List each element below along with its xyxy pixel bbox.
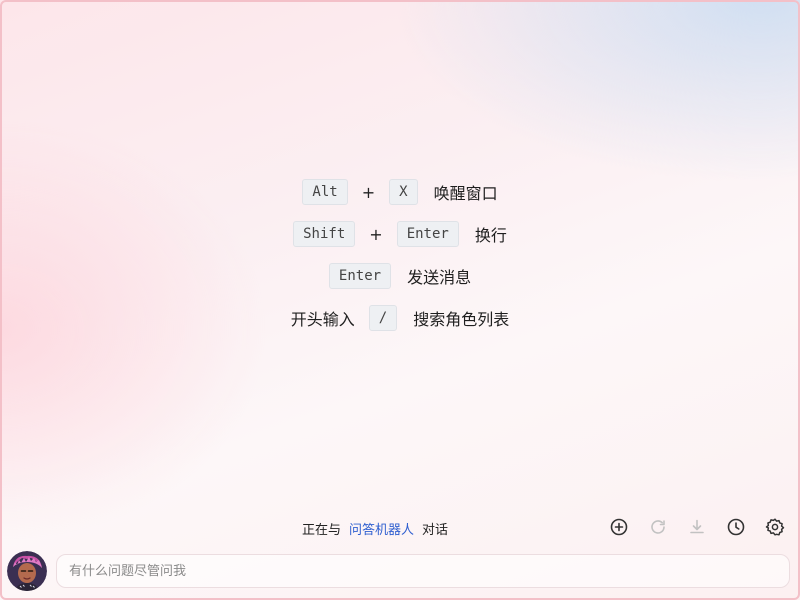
new-chat-button[interactable] xyxy=(608,516,630,538)
add-circle-icon xyxy=(610,518,628,536)
history-button[interactable] xyxy=(725,516,747,538)
shortcut-row-send: Enter 发送消息 xyxy=(328,262,472,290)
shortcut-prefix-search: 开头输入 xyxy=(290,310,355,329)
shortcut-row-newline: Shift + Enter 换行 xyxy=(293,220,507,248)
key-x: X xyxy=(389,179,418,205)
download-button[interactable] xyxy=(686,516,708,538)
status-suffix: 对话 xyxy=(422,522,449,538)
regenerate-button[interactable] xyxy=(647,516,669,538)
plus-sign: + xyxy=(361,182,376,202)
avatar[interactable] xyxy=(7,551,47,591)
conversation-status: 正在与 问答机器人 对话 xyxy=(302,518,448,538)
status-prefix: 正在与 xyxy=(302,522,342,538)
shortcut-desc-search: 搜索角色列表 xyxy=(413,310,510,329)
shortcut-row-search: 开头输入 / 搜索角色列表 xyxy=(291,304,509,332)
key-slash: / xyxy=(368,305,398,331)
message-input-box[interactable] xyxy=(56,554,790,588)
key-shift: Shift xyxy=(293,221,356,247)
key-enter: Enter xyxy=(396,221,459,247)
chat-toolbar xyxy=(608,516,800,538)
key-alt: Alt xyxy=(302,179,348,205)
settings-button[interactable] xyxy=(764,516,786,538)
download-icon xyxy=(690,519,704,534)
plus-sign: + xyxy=(369,224,383,244)
history-icon xyxy=(727,518,745,536)
key-enter: Enter xyxy=(328,263,392,289)
settings-icon xyxy=(765,518,785,536)
shortcut-desc-newline: 换行 xyxy=(474,226,507,245)
shortcut-desc-wake: 唤醒窗口 xyxy=(433,184,498,203)
refresh-icon xyxy=(651,520,665,534)
message-input[interactable] xyxy=(57,555,789,587)
shortcut-desc-send: 发送消息 xyxy=(407,268,472,287)
avatar-image xyxy=(7,551,47,591)
bot-name-link[interactable]: 问答机器人 xyxy=(349,519,414,538)
shortcut-row-wake: Alt + X 唤醒窗口 xyxy=(302,178,498,206)
shortcut-hints: Alt + X 唤醒窗口 Shift + Enter 换行 Enter 发送消息… xyxy=(0,178,800,346)
